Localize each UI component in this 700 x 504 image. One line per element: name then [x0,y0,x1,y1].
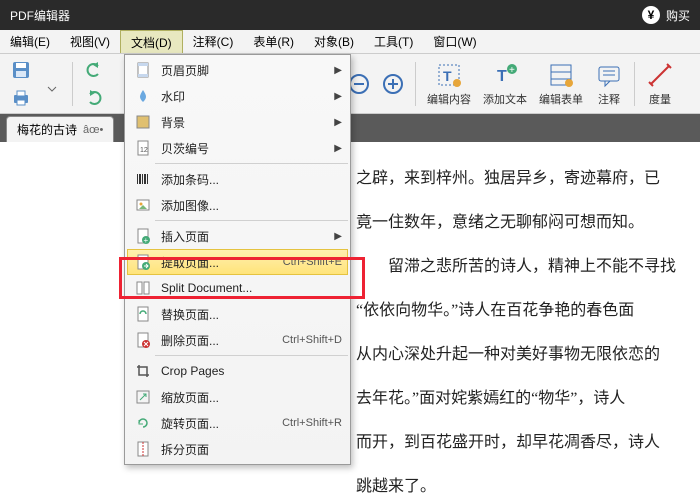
print-button[interactable] [6,84,36,112]
svg-text:T: T [497,68,507,85]
menu-edit[interactable]: 编辑(E) [0,30,60,53]
accelerator: Ctrl+Shift+D [282,334,342,346]
label: 度量 [649,91,671,107]
save-dropdown[interactable] [38,70,66,98]
label: 注释 [598,91,620,107]
mi-rotate-page[interactable]: 旋转页面...Ctrl+Shift+R [127,410,348,436]
doc-line: 留滞之悲所苦的诗人，精神上不能不寻找 [356,250,680,284]
separator [155,163,348,164]
label: 编辑表单 [539,91,583,107]
bates-icon: 12 [133,138,153,158]
title-bar: PDF编辑器 ¥ 购买 [0,0,700,30]
separator [155,220,348,221]
rotate-icon [133,413,153,433]
chevron-right-icon: ▶ [334,231,342,242]
label: 添加文本 [483,91,527,107]
mi-barcode[interactable]: 添加条码... [127,166,348,192]
doc-line: 而开，到百花盛开时，却早花凋香尽，诗人 [356,426,680,460]
app-title: PDF编辑器 [10,7,70,24]
doc-line: 竟一住数年，意绪之无聊郁闷可想而知。 [356,206,680,240]
mi-extract-page[interactable]: 提取页面...Ctrl+Shift+E [127,249,348,275]
background-icon [133,112,153,132]
edit-content-button[interactable]: T 编辑内容 [422,57,476,111]
menu-view[interactable]: 视图(V) [60,30,120,53]
crop-icon [133,361,153,381]
redo-button[interactable] [79,84,109,112]
split-icon [133,278,153,298]
replace-page-icon [133,304,153,324]
separator [634,62,635,106]
insert-page-icon: + [133,226,153,246]
menu-window[interactable]: 窗口(W) [423,30,486,53]
mi-replace-page[interactable]: 替换页面... [127,301,348,327]
svg-text:+: + [509,65,515,76]
add-text-button[interactable]: T+ 添加文本 [478,57,532,111]
chevron-right-icon: ▶ [334,143,342,154]
extract-page-icon [133,252,153,272]
menu-form[interactable]: 表单(R) [243,30,304,53]
accelerator: Ctrl+Shift+E [283,256,342,268]
chevron-right-icon: ▶ [334,91,342,102]
menu-bar: 编辑(E) 视图(V) 文档(D) 注释(C) 表单(R) 对象(B) 工具(T… [0,30,700,54]
menu-document[interactable]: 文档(D) [120,30,183,53]
resize-icon [133,387,153,407]
document-tab[interactable]: 梅花的古诗 âœ• [6,116,114,142]
chevron-right-icon: ▶ [334,117,342,128]
doc-line: 去年花。”面对姹紫嫣红的“物华”，诗人 [356,382,680,416]
menu-tools[interactable]: 工具(T) [364,30,423,53]
mi-header-footer[interactable]: 页眉页脚▶ [127,57,348,83]
buy-link[interactable]: 购买 [666,7,690,24]
separator [72,62,73,106]
mi-crop-pages[interactable]: Crop Pages [127,358,348,384]
mi-split-page[interactable]: 拆分页面 [127,436,348,462]
label: 编辑内容 [427,91,471,107]
doc-line: 跳越来了。 [356,470,680,504]
doc-line: 之辟，来到梓州。独居异乡，寄迹幕府，已 [356,162,680,196]
droplet-icon [133,86,153,106]
separator [155,355,348,356]
svg-text:12: 12 [140,147,148,154]
mi-image[interactable]: 添加图像... [127,192,348,218]
split-page-icon [133,439,153,459]
close-tab-icon[interactable]: âœ• [83,124,103,136]
edit-form-button[interactable]: 编辑表单 [534,57,588,111]
delete-page-icon [133,330,153,350]
doc-line: 从内心深处升起一种对美好事物无限依恋的 [356,338,680,372]
barcode-icon [133,169,153,189]
chevron-right-icon: ▶ [334,65,342,76]
image-icon [133,195,153,215]
mi-background[interactable]: 背景▶ [127,109,348,135]
mi-delete-page[interactable]: 删除页面...Ctrl+Shift+D [127,327,348,353]
undo-button[interactable] [79,56,109,84]
mi-resize-page[interactable]: 缩放页面... [127,384,348,410]
zoom-in-button[interactable] [377,70,409,98]
measure-button[interactable]: 度量 [641,57,679,111]
accelerator: Ctrl+Shift+R [282,417,342,429]
mi-split-document[interactable]: Split Document... [127,275,348,301]
svg-text:+: + [144,236,149,244]
tab-label: 梅花的古诗 [17,121,77,138]
mi-watermark[interactable]: 水印▶ [127,83,348,109]
coin-icon[interactable]: ¥ [642,6,660,24]
document-menu-dropdown: 页眉页脚▶ 水印▶ 背景▶ 12贝茨编号▶ 添加条码... 添加图像... +插… [124,54,351,465]
separator [415,62,416,106]
doc-line: “依依向物华。”诗人在百花争艳的春色面 [356,294,680,328]
page-icon [133,60,153,80]
annotate-button[interactable]: 注释 [590,57,628,111]
svg-text:T: T [443,68,452,84]
mi-bates[interactable]: 12贝茨编号▶ [127,135,348,161]
mi-insert-page[interactable]: +插入页面▶ [127,223,348,249]
menu-object[interactable]: 对象(B) [304,30,364,53]
menu-annotate[interactable]: 注释(C) [183,30,244,53]
save-button[interactable] [6,56,36,84]
